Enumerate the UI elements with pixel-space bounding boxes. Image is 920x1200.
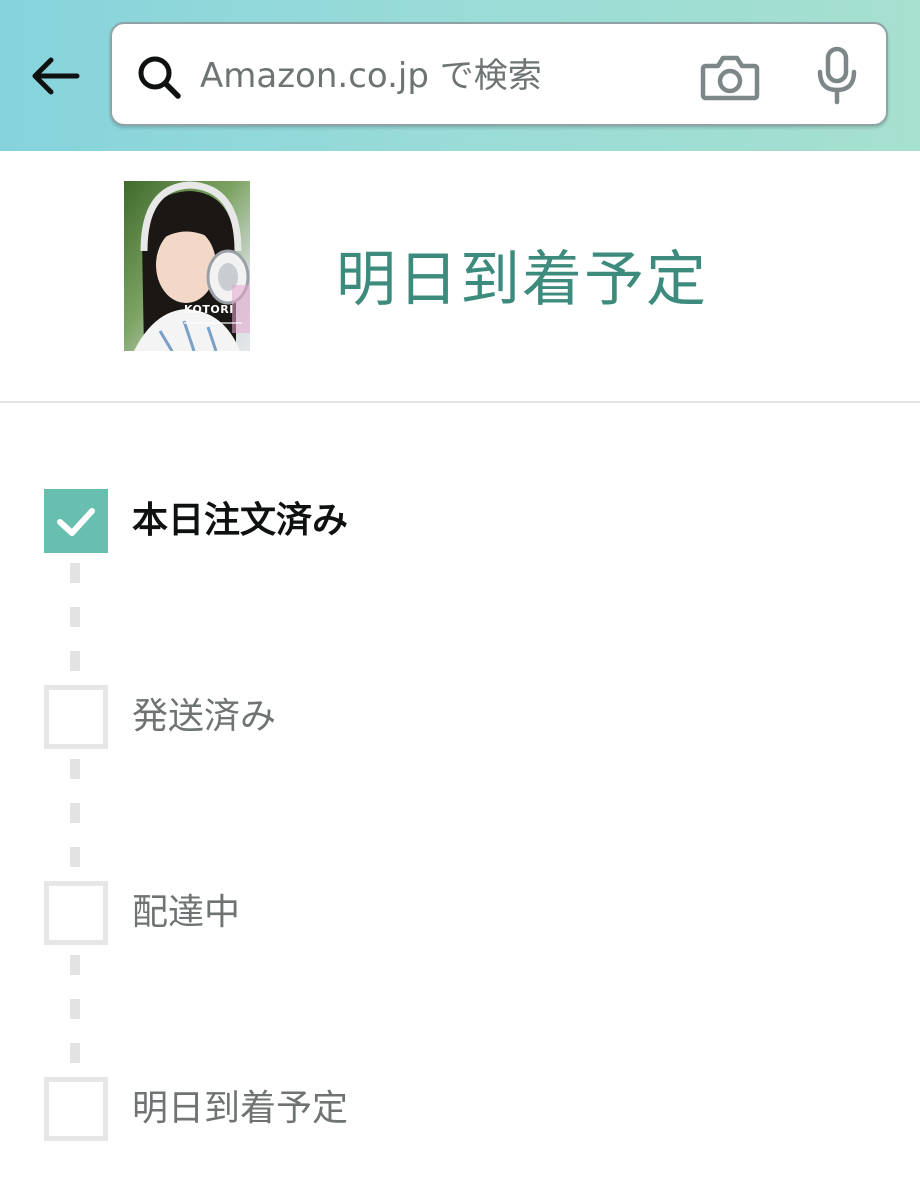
step-label: 本日注文済み <box>132 500 349 541</box>
step-label: 配達中 <box>132 892 241 933</box>
checkbox-unchecked <box>44 685 108 749</box>
step-connector <box>70 955 80 1075</box>
step-connector <box>70 759 80 879</box>
tracker-step-out-for-delivery: 配達中 <box>44 881 864 945</box>
checkbox-checked <box>44 489 108 553</box>
order-tracking-page: KOTORI 明日到着予定 本日注文済み 発送済み 配達中 明日到着予定 <box>0 0 920 1200</box>
shipment-tracker: 本日注文済み 発送済み 配達中 明日到着予定 <box>0 403 920 1200</box>
step-label: 明日到着予定 <box>132 1088 349 1129</box>
microphone-icon[interactable] <box>814 46 860 106</box>
top-search-header <box>0 0 920 151</box>
camera-icon[interactable] <box>700 52 760 102</box>
checkmark-icon <box>57 508 95 536</box>
delivery-status-title: 明日到着予定 <box>336 245 708 315</box>
thumbnail-caption: KOTORI <box>184 303 234 316</box>
checkbox-unchecked <box>44 1077 108 1141</box>
search-icon[interactable] <box>136 54 182 100</box>
search-input[interactable] <box>198 44 762 108</box>
back-button[interactable] <box>22 48 88 104</box>
product-photo <box>124 181 250 351</box>
arrow-left-icon <box>32 57 80 95</box>
checkbox-unchecked <box>44 881 108 945</box>
tracker-step-ordered: 本日注文済み <box>44 489 864 553</box>
product-thumbnail[interactable]: KOTORI <box>124 181 250 351</box>
step-connector <box>70 563 80 683</box>
tracker-step-arriving-tomorrow: 明日到着予定 <box>44 1077 864 1141</box>
tracker-step-shipped: 発送済み <box>44 685 864 749</box>
search-bar[interactable] <box>110 22 888 126</box>
step-label: 発送済み <box>132 696 277 737</box>
product-summary: KOTORI 明日到着予定 <box>0 151 920 403</box>
